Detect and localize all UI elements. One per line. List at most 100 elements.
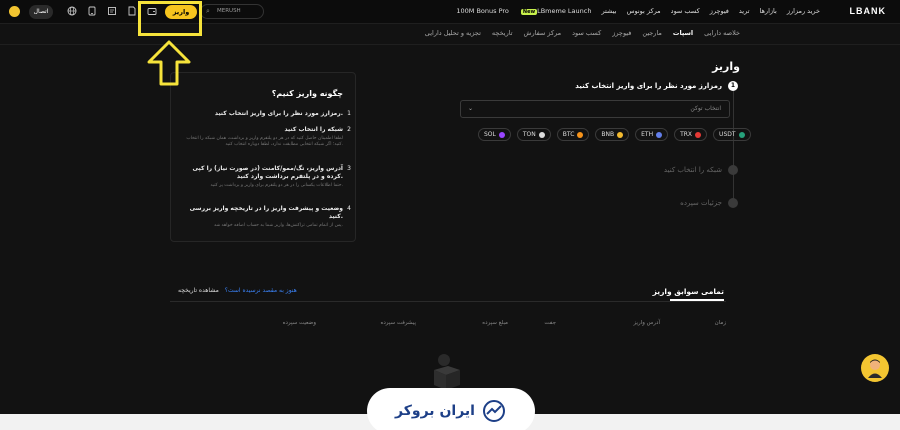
token-select-dropdown[interactable]: ⌄ انتخاب توکن [460, 100, 730, 118]
howto-step-title: رمزارز مورد نظر را برای واریز انتخاب کنی… [214, 110, 343, 117]
step-connector [733, 91, 734, 203]
nav-markets[interactable]: بازارها [760, 7, 777, 15]
coin-chip-sol[interactable]: SOL [478, 128, 511, 141]
tab-futures[interactable]: فیوچرز [612, 29, 631, 37]
nav-trade[interactable]: ترید [739, 7, 750, 15]
tab-spot[interactable]: اسپات [673, 29, 693, 37]
bnb-icon [617, 131, 624, 138]
nav-buy-crypto[interactable]: خرید رمزارز [787, 7, 820, 15]
coin-chip-ton[interactable]: TON [516, 128, 551, 141]
howto-step-1: 1 رمزارز مورد نظر را برای واریز انتخاب ک… [181, 110, 351, 118]
howto-step-3: 3 آدرس واریز، تگ/ممو/کامنت (در صورت نیاز… [181, 165, 351, 189]
brand-name: ایران بروکر [395, 403, 475, 419]
howto-step-title: وضعیت و پیشرفت واریز را در تاریخچه واریز… [189, 205, 343, 220]
howto-step-title: شبکه را انتخاب کنید [284, 126, 343, 133]
page-title: واریز [712, 60, 740, 73]
col-progress: پیشرفت سپرده [380, 320, 416, 326]
lbank-logo[interactable]: LBANK [850, 6, 887, 16]
howto-step-2: 2 شبکه را انتخاب کنید لطفا اطمینان حاصل … [181, 126, 351, 148]
howto-panel: چگونه واریز کنیم؟ 1 رمزارز مورد نظر را ب… [170, 72, 356, 242]
history-table-header: زمان آدرس واریز جفت مبلغ سپرده پیشرفت سپ… [250, 320, 726, 330]
coin-symbol: TRX [680, 131, 693, 138]
tab-margin[interactable]: مارجین [642, 29, 662, 37]
howto-step-4: 4 وضعیت و پیشرفت واریز را در تاریخچه وار… [181, 205, 351, 229]
account-subnav: خلاصه دارایی اسپات مارجین فیوچرز کسب سود… [425, 29, 740, 37]
col-time: زمان [714, 320, 726, 326]
history-divider [170, 301, 726, 302]
brand-logo-icon [482, 400, 505, 422]
coin-symbol: USDT [719, 131, 736, 138]
orders-icon[interactable] [106, 6, 117, 17]
download-icon[interactable] [86, 6, 97, 17]
document-icon[interactable] [126, 6, 137, 17]
howto-step-number: 1 [347, 110, 351, 117]
nav-bonus-center[interactable]: مرکز بونوس [627, 7, 661, 15]
top-navigation-bar: LBANK خرید رمزارز بازارها ترید فیوچرز کس… [0, 0, 900, 24]
coin-chip-bnb[interactable]: BNB [595, 128, 630, 141]
eth-icon [656, 131, 663, 138]
support-avatar[interactable] [861, 354, 889, 382]
tab-history[interactable]: تاریخچه [492, 29, 513, 37]
col-status: وضعیت سپرده [282, 320, 316, 326]
nav-lbmeme-launch[interactable]: New LBmeme Launch [519, 7, 592, 15]
main-nav: خرید رمزارز بازارها ترید فیوچرز کسب سود … [456, 7, 820, 15]
avatar[interactable] [9, 6, 20, 17]
howto-step-number: 2 [347, 126, 351, 133]
howto-step-number: 4 [347, 205, 351, 212]
subnav-divider [0, 44, 900, 45]
howto-step-desc: حتما اطلاعات یکسانی را در هر دو پلتفرم ب… [210, 183, 343, 188]
nav-earn[interactable]: کسب سود [671, 7, 700, 15]
howto-step-desc: لطفا اطمینان حاصل کنید که در هر دو پلتفر… [186, 136, 343, 147]
token-select-placeholder: انتخاب توکن [690, 105, 721, 112]
coin-chip-usdt[interactable]: USDT [713, 128, 751, 141]
step-label: شبکه را انتخاب کنید [663, 166, 722, 174]
sol-icon [498, 131, 505, 138]
coin-symbol: BTC [562, 131, 575, 138]
tab-asset-analysis[interactable]: تجزیه و تحلیل دارایی [425, 29, 481, 37]
tab-order-center[interactable]: مرکز سفارش [524, 29, 562, 37]
brand-watermark: ایران بروکر [367, 388, 535, 430]
ton-icon [538, 131, 545, 138]
step-label: رمزارز مورد نظر را برای واریز انتخاب کنی… [575, 82, 722, 90]
trx-icon [695, 131, 702, 138]
col-address: آدرس واریز [633, 320, 660, 326]
step-dot [728, 165, 738, 175]
coin-chip-eth[interactable]: ETH [635, 128, 669, 141]
howto-step-desc: پس از اتمام تمامی تراکنش‌ها، واریز شما ب… [213, 223, 343, 228]
howto-step-number: 3 [347, 165, 351, 172]
tab-deposit-history[interactable]: تمامی سوابق واریز [653, 287, 724, 296]
tab-asset-overview[interactable]: خلاصه دارایی [704, 29, 740, 37]
not-arrived-link[interactable]: هنوز به مقصد نرسیده است؟ [225, 287, 297, 294]
coin-symbol: SOL [484, 131, 496, 138]
howto-step-title: آدرس واریز، تگ/ممو/کامنت (در صورت نیاز) … [192, 165, 343, 180]
step-number: 1 [728, 81, 738, 91]
col-amount: مبلغ سپرده [482, 320, 508, 326]
coin-symbol: ETH [641, 131, 654, 138]
new-badge: New [520, 9, 538, 15]
tab-earn[interactable]: کسب سود [572, 29, 601, 37]
search-icon: ⌕ [206, 7, 210, 15]
history-links: مشاهده تاریخچه هنوز به مقصد نرسیده است؟ [178, 287, 297, 294]
btc-icon [577, 131, 584, 138]
nav-futures[interactable]: فیوچرز [710, 7, 729, 15]
empty-state-icon [428, 350, 468, 390]
chevron-down-icon: ⌄ [468, 105, 474, 112]
nav-more[interactable]: بیشتر [601, 7, 616, 15]
search-input[interactable]: ⌕ MERUSH [200, 4, 264, 19]
coin-symbol: BNB [601, 131, 615, 138]
nav-lbmeme-label: LBmeme Launch [537, 7, 592, 15]
usdt-icon [738, 131, 745, 138]
step-label: جزئیات سپرده [680, 199, 722, 207]
nav-bonus-pro[interactable]: 100M Bonus Pro [456, 7, 509, 15]
howto-title: چگونه واریز کنیم؟ [271, 89, 343, 98]
col-pair: جفت [544, 320, 556, 326]
step-dot [728, 198, 738, 208]
popular-coins: USDT TRX ETH BNB BTC TON SOL [478, 128, 751, 141]
coin-symbol: TON [522, 131, 536, 138]
coin-chip-trx[interactable]: TRX [674, 128, 708, 141]
globe-icon[interactable] [66, 6, 77, 17]
view-history-link[interactable]: مشاهده تاریخچه [178, 287, 219, 294]
search-placeholder: MERUSH [217, 8, 241, 14]
connect-button[interactable]: اتصال [29, 5, 53, 19]
coin-chip-btc[interactable]: BTC [556, 128, 590, 141]
